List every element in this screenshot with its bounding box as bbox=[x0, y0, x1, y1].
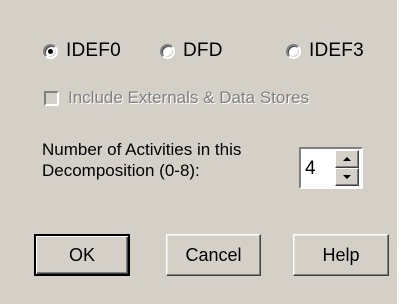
decomposition-dialog: IDEF0 DFD IDEF3 Include Externals & Data… bbox=[0, 0, 397, 304]
arrow-up-icon bbox=[343, 157, 351, 161]
radio-dfd-circle[interactable] bbox=[160, 43, 175, 59]
activities-spinner[interactable]: 4 bbox=[299, 147, 363, 189]
activities-value-field[interactable]: 4 bbox=[305, 158, 331, 180]
include-externals-checkbox-row[interactable]: Include Externals & Data Stores bbox=[44, 88, 309, 108]
radio-dfd[interactable]: DFD bbox=[160, 37, 223, 65]
radio-idef0[interactable]: IDEF0 bbox=[43, 37, 121, 65]
cancel-button[interactable]: Cancel bbox=[166, 234, 261, 276]
radio-idef3[interactable]: IDEF3 bbox=[286, 37, 364, 65]
spin-up-button[interactable] bbox=[335, 150, 359, 168]
spin-down-button[interactable] bbox=[335, 168, 359, 186]
radio-idef3-circle[interactable] bbox=[286, 43, 301, 59]
activities-count-label: Number of Activities in this Decompositi… bbox=[42, 139, 302, 181]
radio-idef0-circle[interactable] bbox=[43, 43, 58, 59]
ok-button[interactable]: OK bbox=[34, 234, 130, 276]
help-button[interactable]: Help bbox=[293, 234, 389, 276]
arrow-down-icon bbox=[343, 175, 351, 179]
radio-dfd-label[interactable]: DFD bbox=[183, 40, 223, 62]
activities-label-line2: Decomposition (0-8): bbox=[42, 161, 200, 180]
radio-selected-dot bbox=[48, 48, 53, 54]
radio-idef3-label[interactable]: IDEF3 bbox=[309, 40, 364, 62]
radio-idef0-label[interactable]: IDEF0 bbox=[66, 40, 121, 62]
include-externals-label: Include Externals & Data Stores bbox=[68, 88, 309, 107]
include-externals-checkbox[interactable] bbox=[44, 90, 59, 106]
activities-label-line1: Number of Activities in this bbox=[42, 140, 242, 159]
window-edge bbox=[397, 0, 407, 304]
